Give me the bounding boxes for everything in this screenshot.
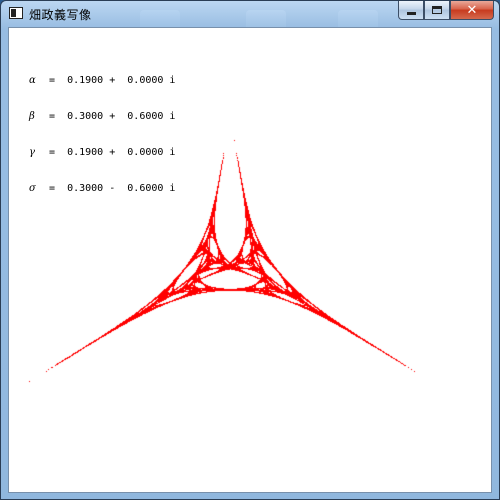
drawing-area[interactable]: α = 0.1900 + 0.0000 i β = 0.3000 + 0.600…: [8, 27, 492, 493]
parameter-beta: β = 0.3000 + 0.6000 i: [29, 111, 175, 123]
beta-value: = 0.3000 + 0.6000 i: [43, 111, 176, 122]
alpha-value: = 0.1900 + 0.0000 i: [43, 75, 176, 86]
beta-symbol: β: [29, 111, 35, 122]
app-window: 畑政義写像 ✕ α = 0.1900 + 0.0000 i β = 0.3000…: [0, 0, 500, 500]
minimize-icon: [406, 11, 416, 15]
window-title: 畑政義写像: [29, 8, 92, 22]
maximize-button[interactable]: [424, 1, 450, 20]
sigma-symbol: σ: [29, 183, 36, 194]
maximize-icon: [432, 6, 442, 14]
title-bar[interactable]: 畑政義写像 ✕: [1, 1, 499, 27]
close-icon: ✕: [466, 2, 478, 18]
alpha-symbol: α: [29, 75, 36, 86]
parameter-list: α = 0.1900 + 0.0000 i β = 0.3000 + 0.600…: [29, 51, 175, 219]
parameter-sigma: σ = 0.3000 - 0.6000 i: [29, 183, 175, 195]
close-button[interactable]: ✕: [450, 1, 494, 20]
sigma-value: = 0.3000 - 0.6000 i: [43, 183, 176, 194]
parameter-alpha: α = 0.1900 + 0.0000 i: [29, 75, 175, 87]
parameter-gamma: γ = 0.1900 + 0.0000 i: [29, 147, 175, 159]
minimize-button[interactable]: [398, 1, 424, 20]
app-window-icon[interactable]: [9, 7, 23, 19]
caption-buttons: ✕: [398, 1, 494, 21]
gamma-symbol: γ: [29, 147, 35, 158]
gamma-value: = 0.1900 + 0.0000 i: [43, 147, 176, 158]
